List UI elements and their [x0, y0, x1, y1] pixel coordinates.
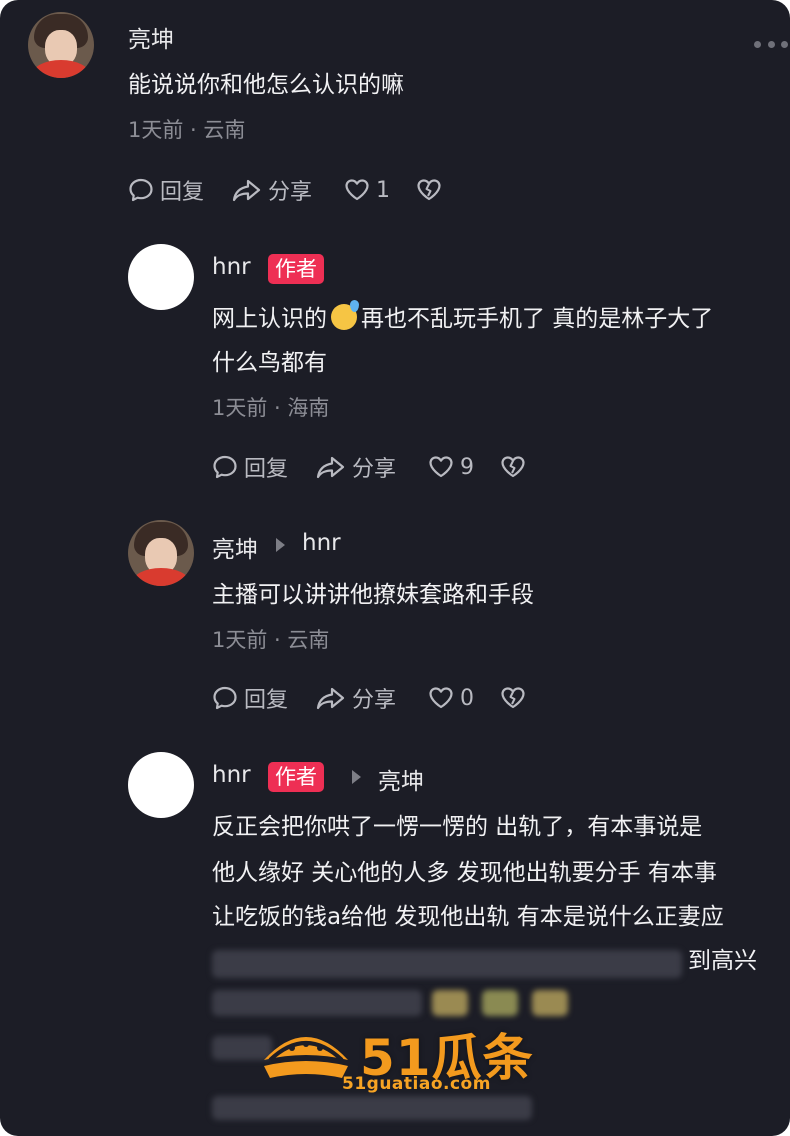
like-button[interactable]: 1 [344, 174, 390, 206]
comment-text-part: 再也不乱玩手机了 真的是林子大了 [361, 306, 714, 332]
watermark: 51瓜条 51guatiao.com [258, 1014, 538, 1096]
blurred-meta [212, 990, 422, 1016]
reply-button[interactable]: 回复 [128, 174, 204, 206]
reply-label: 回复 [160, 180, 205, 205]
reply-label: 回复 [244, 457, 289, 482]
like-count: 9 [460, 454, 474, 480]
avatar[interactable] [28, 12, 94, 78]
comment-actions: 回复 分享 0 [212, 682, 542, 714]
broken-heart-icon [501, 456, 525, 478]
reply-button[interactable]: 回复 [212, 682, 288, 714]
comment-text-line: 他人缘好 关心他的人多 发现他出轨要分手 有本事 [212, 860, 717, 886]
comment-actions: 回复 分享 9 [212, 451, 542, 483]
avatar[interactable] [128, 244, 194, 310]
more-options-icon[interactable] [754, 38, 788, 50]
heart-icon [429, 456, 453, 478]
blurred-actions [212, 1096, 532, 1120]
comment-text-line: 什么鸟都有 [212, 350, 327, 376]
author-badge: 作者 [268, 762, 324, 792]
heart-icon [345, 179, 369, 201]
blurred-emoji [482, 990, 518, 1016]
share-icon [316, 456, 345, 479]
comment-meta: 1天前 · 海南 [212, 396, 330, 420]
dislike-button[interactable] [416, 174, 442, 206]
reply-arrow-icon [352, 770, 361, 784]
reply-arrow-icon [276, 538, 285, 552]
watermelon-logo-icon [264, 1037, 348, 1078]
comment-panel: 亮坤 能说说你和他怎么认识的嘛 1天前 · 云南 回复 分享 1 hnr 作者 [0, 0, 790, 1136]
share-button[interactable]: 分享 [316, 682, 396, 714]
blurred-emoji [432, 990, 468, 1016]
blurred-text [212, 950, 682, 978]
share-icon [316, 687, 345, 710]
like-button[interactable]: 0 [428, 682, 474, 714]
blurred-emoji [532, 990, 568, 1016]
comment-text-line: 网上认识的 再也不乱玩手机了 真的是林子大了 [212, 296, 713, 342]
comment-actions: 回复 分享 1 [128, 174, 458, 206]
dislike-button[interactable] [500, 682, 526, 714]
like-button[interactable]: 9 [428, 451, 474, 483]
avatar[interactable] [128, 752, 194, 818]
broken-heart-icon [501, 687, 525, 709]
username[interactable]: 亮坤 [128, 20, 174, 54]
reply-icon [213, 686, 237, 710]
reply-button[interactable]: 回复 [212, 451, 288, 483]
comment-meta: 1天前 · 云南 [128, 118, 246, 142]
avatar[interactable] [128, 520, 194, 586]
share-label: 分享 [268, 180, 313, 205]
like-count: 0 [460, 685, 474, 711]
comment-text-part: 网上认识的 [212, 306, 327, 332]
share-label: 分享 [352, 688, 397, 713]
username[interactable]: hnr [212, 762, 251, 788]
share-icon [232, 179, 261, 202]
comment-text: 主播可以讲讲他撩妹套路和手段 [212, 582, 534, 608]
like-count: 1 [376, 177, 390, 203]
share-button[interactable]: 分享 [232, 174, 312, 206]
reply-label: 回复 [244, 688, 289, 713]
comment-text-line: 反正会把你哄了一愣一愣的 出轨了，有本事说是 [212, 814, 703, 840]
username[interactable]: 亮坤 [212, 530, 258, 564]
watermark-url: 51guatiao.com [342, 1074, 491, 1094]
share-label: 分享 [352, 457, 397, 482]
reply-to-username[interactable]: hnr [302, 530, 341, 556]
comment-meta: 1天前 · 云南 [212, 628, 330, 652]
share-button[interactable]: 分享 [316, 451, 396, 483]
username[interactable]: hnr [212, 254, 251, 280]
sweat-emoji-icon [331, 300, 359, 330]
broken-heart-icon [417, 179, 441, 201]
author-badge: 作者 [268, 254, 324, 284]
comment-text-line: 让吃饭的钱a给他 发现他出轨 有本是说什么正妻应 [212, 904, 724, 930]
heart-icon [429, 687, 453, 709]
dislike-button[interactable] [500, 451, 526, 483]
reply-icon [213, 455, 237, 479]
reply-to-username[interactable]: 亮坤 [378, 762, 424, 796]
comment-text-line: 到高兴 [688, 948, 757, 974]
comment-text: 能说说你和他怎么认识的嘛 [128, 72, 404, 98]
reply-icon [129, 178, 153, 202]
